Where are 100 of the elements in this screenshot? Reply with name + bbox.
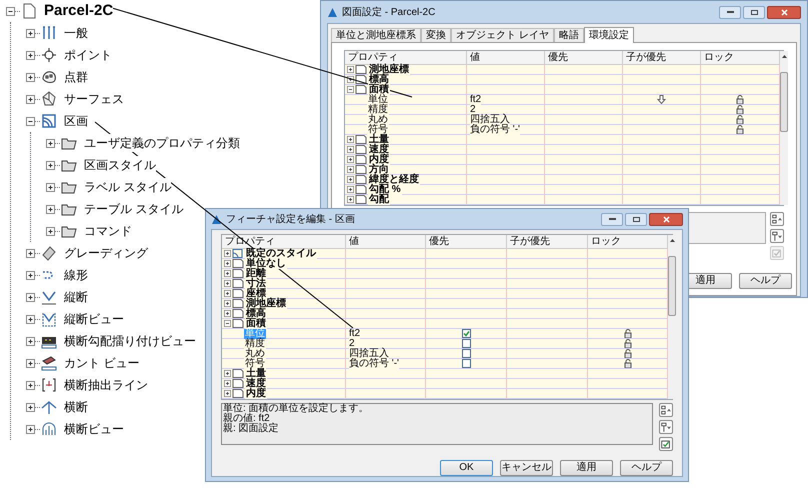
category-label[interactable]: 標高 xyxy=(368,74,390,84)
tree-item-label[interactable]: 縦断 xyxy=(64,288,88,306)
expand-icon[interactable] xyxy=(46,204,55,214)
expand-icon[interactable] xyxy=(26,336,35,346)
tab[interactable]: 略語 xyxy=(554,28,584,42)
tab[interactable]: オブジェクト レイヤ xyxy=(451,28,554,42)
category-label[interactable]: 測地座標 xyxy=(368,64,410,74)
category-label[interactable]: 標高 xyxy=(245,308,267,318)
property-label[interactable]: 精度 xyxy=(244,338,266,348)
property-label[interactable]: 符号 xyxy=(244,358,266,368)
dialog-button[interactable]: ヘルプ xyxy=(739,273,792,289)
category-label[interactable]: 内度 xyxy=(368,154,390,164)
scrollbar-thumb[interactable] xyxy=(668,256,676,316)
table-row[interactable]: 速度 xyxy=(222,379,668,389)
table-row[interactable]: 内度 xyxy=(345,155,780,165)
column-header[interactable]: プロパティ xyxy=(222,235,346,248)
collapse-icon[interactable] xyxy=(224,320,231,327)
scroll-up-icon[interactable] xyxy=(670,239,674,242)
expand-icon[interactable] xyxy=(46,226,55,236)
table-row[interactable]: 緯度と経度 xyxy=(345,175,780,185)
table-row[interactable]: 単位 ft2 xyxy=(222,329,668,339)
property-label[interactable]: 丸め xyxy=(244,348,266,358)
override-checkbox[interactable] xyxy=(462,359,470,368)
category-label[interactable]: 寸法 xyxy=(245,278,267,288)
tree-item-label[interactable]: 縦断ビュー xyxy=(64,310,124,328)
sort-down-icon[interactable] xyxy=(659,420,673,434)
property-label[interactable]: 精度 xyxy=(367,104,389,114)
table-row[interactable]: 測地座標 xyxy=(345,65,780,75)
tree-item-label[interactable]: ユーザ定義のプロパティ分類 xyxy=(84,134,240,152)
table-row[interactable]: 標高 xyxy=(345,75,780,85)
expand-icon[interactable] xyxy=(26,358,35,368)
expand-icon[interactable] xyxy=(347,176,354,183)
tab[interactable]: 単位と測地座標系 xyxy=(331,28,421,42)
collapse-icon[interactable] xyxy=(6,6,15,16)
expand-icon[interactable] xyxy=(26,292,35,302)
expand-icon[interactable] xyxy=(347,66,354,73)
category-label[interactable]: 単位なし xyxy=(245,258,287,268)
expand-icon[interactable] xyxy=(224,310,231,317)
tree-item-label[interactable]: 区画スタイル xyxy=(84,156,156,174)
category-label[interactable]: 勾配 % xyxy=(368,184,402,194)
category-label[interactable]: 面積 xyxy=(368,84,390,94)
sort-down-icon[interactable] xyxy=(770,229,784,243)
category-label[interactable]: 勾配 xyxy=(368,194,390,204)
tree-item-label[interactable]: テーブル スタイル xyxy=(84,200,184,218)
expand-icon[interactable] xyxy=(224,250,231,257)
column-header[interactable]: 子が優先 xyxy=(623,51,701,64)
scrollbar[interactable] xyxy=(668,235,676,399)
expand-icon[interactable] xyxy=(224,260,231,267)
expand-icon[interactable] xyxy=(224,280,231,287)
expand-icon[interactable] xyxy=(224,370,231,377)
column-header[interactable]: プロパティ xyxy=(345,51,467,64)
tab[interactable]: 変換 xyxy=(421,28,451,42)
expand-icon[interactable] xyxy=(26,248,35,258)
dialog-button[interactable]: 適用 xyxy=(560,460,613,476)
expand-icon[interactable] xyxy=(26,402,35,412)
expand-icon[interactable] xyxy=(224,380,231,387)
property-label[interactable]: 単位 xyxy=(367,94,389,104)
expand-icon[interactable] xyxy=(26,270,35,280)
category-label[interactable]: 座標 xyxy=(245,288,267,298)
table-row[interactable]: 測地座標 xyxy=(222,299,668,309)
check-list-icon[interactable] xyxy=(659,437,673,451)
table-row[interactable]: 勾配 xyxy=(345,195,780,205)
category-label[interactable]: 土量 xyxy=(368,134,390,144)
table-row[interactable]: 内度 xyxy=(222,389,668,399)
table-row[interactable]: 勾配 % xyxy=(345,185,780,195)
expand-icon[interactable] xyxy=(224,290,231,297)
close-button[interactable] xyxy=(649,212,683,226)
collapse-icon[interactable] xyxy=(26,116,35,126)
category-label[interactable]: 内度 xyxy=(245,388,267,398)
expand-icon[interactable] xyxy=(26,28,35,38)
scroll-up-icon[interactable] xyxy=(782,55,786,58)
table-row[interactable]: 符号 負の符号 '-' xyxy=(345,125,780,135)
column-header[interactable]: 値 xyxy=(346,235,426,248)
override-checkbox[interactable] xyxy=(462,349,470,358)
tree-item-label[interactable]: 横断 xyxy=(64,398,88,416)
expand-icon[interactable] xyxy=(26,314,35,324)
collapse-icon[interactable] xyxy=(347,86,354,93)
table-row[interactable]: 標高 xyxy=(222,309,668,319)
category-label[interactable]: 距離 xyxy=(245,268,267,278)
expand-icon[interactable] xyxy=(46,160,55,170)
table-row[interactable]: 精度 2 xyxy=(345,105,780,115)
override-checkbox[interactable] xyxy=(462,339,470,348)
table-row[interactable]: 面積 xyxy=(222,319,668,329)
expand-icon[interactable] xyxy=(26,424,35,434)
column-header[interactable]: 値 xyxy=(467,51,545,64)
dialog-button[interactable]: OK xyxy=(440,460,493,476)
expand-icon[interactable] xyxy=(347,186,354,193)
minimize-button[interactable] xyxy=(601,212,623,226)
table-row[interactable]: 寸法 xyxy=(222,279,668,289)
dialog-button[interactable]: ヘルプ xyxy=(620,460,673,476)
expand-icon[interactable] xyxy=(347,136,354,143)
table-row[interactable]: 丸め 四捨五入 xyxy=(222,349,668,359)
table-row[interactable]: 符号 負の符号 '-' xyxy=(222,359,668,369)
category-label[interactable]: 緯度と経度 xyxy=(368,174,420,184)
expand-icon[interactable] xyxy=(224,300,231,307)
scrollbar-thumb[interactable] xyxy=(780,72,788,132)
tree-item-label[interactable]: 線形 xyxy=(64,266,88,284)
tree-item-label[interactable]: 横断抽出ライン xyxy=(64,376,148,394)
table-row[interactable]: 面積 xyxy=(345,85,780,95)
expand-icon[interactable] xyxy=(347,146,354,153)
